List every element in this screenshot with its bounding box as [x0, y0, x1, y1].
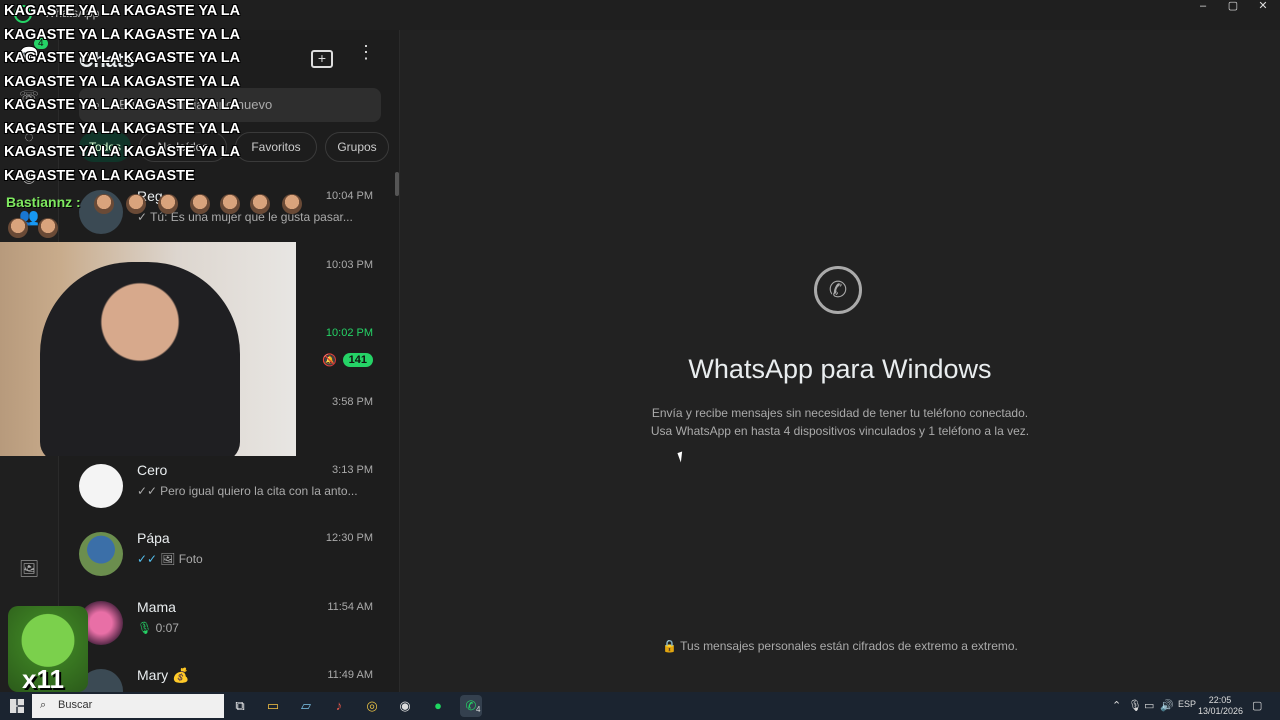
chat-preview-text: 0:07: [155, 621, 179, 635]
chat-name: Cero: [137, 462, 168, 478]
chat-time: 11:54 AM: [327, 601, 373, 613]
menu-icon[interactable]: ⋮: [357, 43, 375, 61]
goblin-emote: x11: [8, 606, 88, 694]
chat-item[interactable]: Pápa 12:30 PM ✓✓ 🖼 Foto: [59, 522, 401, 590]
photo-icon: 🖼: [160, 552, 179, 566]
welcome-description: Envía y recibe mensajes sin necesidad de…: [400, 404, 1280, 440]
encryption-text: Tus mensajes personales están cifrados d…: [680, 639, 1018, 653]
muted-bell-icon: 🔕: [322, 353, 337, 367]
chat-name: Mama: [137, 599, 176, 615]
spotify-icon[interactable]: ●: [427, 695, 449, 717]
overlay-line: KAGASTE YA LA KAGASTE YA LA: [4, 144, 241, 160]
chat-time: 12:30 PM: [325, 532, 373, 544]
mouse-cursor-icon: [677, 451, 686, 463]
encryption-notice: 🔒 Tus mensajes personales están cifrados…: [400, 639, 1280, 653]
filter-grupos[interactable]: Grupos: [325, 132, 389, 162]
taskbar-search[interactable]: ⌕ Buscar: [32, 694, 224, 718]
app-icon[interactable]: ♪: [328, 695, 350, 717]
chat-item[interactable]: Cero 3:13 PM ✓✓ Pero igual quiero la cita…: [59, 454, 401, 522]
chat-time: 3:13 PM: [332, 464, 373, 476]
new-chat-button[interactable]: +: [311, 50, 333, 68]
media-icon[interactable]: 🖼: [17, 558, 41, 582]
volume-icon[interactable]: 🔊: [1160, 699, 1174, 712]
emote-icon: [282, 194, 302, 214]
whatsapp-window: WhatsApp – ▢ ✕ 💬 4 ☏ ◌ ◉ 👥 🖼 Chats + ⋮ ⌕…: [0, 0, 1280, 694]
chat-item[interactable]: Reg 10:04 PM ✓ Tú: Es una mujer que le gu…: [59, 180, 401, 248]
emote-icon: [38, 218, 58, 238]
whatsapp-taskbar-badge: 4: [476, 705, 481, 714]
emote-icon: [126, 194, 146, 214]
chat-preview: ✓✓ 🖼 Foto: [137, 552, 367, 566]
chat-item[interactable]: Mary 💰 11:49 AM: [59, 659, 401, 692]
task-view-icon[interactable]: ⧉: [229, 695, 251, 717]
tray-chevron-icon[interactable]: ⌃: [1112, 699, 1121, 712]
search-icon: ⌕: [40, 699, 47, 711]
file-explorer-icon[interactable]: ▭: [262, 695, 284, 717]
chat-preview-text: Tú: Es una mujer que le gusta pasar...: [150, 210, 353, 224]
welcome-pane: ✆ WhatsApp para Windows Envía y recibe m…: [400, 30, 1280, 692]
minimize-button[interactable]: –: [1188, 0, 1218, 14]
welcome-title: WhatsApp para Windows: [688, 354, 992, 384]
chat-preview-text: Pero igual quiero la cita con la anto...: [160, 484, 358, 498]
lock-icon: 🔒: [662, 639, 681, 653]
taskbar-clock[interactable]: 22:05 13/01/2026: [1198, 695, 1244, 717]
language-indicator[interactable]: ESP: [1178, 699, 1196, 709]
windows-start-icon[interactable]: [10, 699, 24, 713]
chrome-icon[interactable]: ◎: [361, 695, 383, 717]
emote-icon: [94, 194, 114, 214]
taskbar-search-text: Buscar: [58, 699, 93, 711]
emote-icon: [250, 194, 270, 214]
chat-preview: 🎙 0:07: [137, 621, 367, 635]
chat-overlay-message: KAGASTE YA LA KAGASTE YA LA KAGASTE YA L…: [4, 0, 244, 188]
avatar: [79, 532, 123, 576]
overlay-line: KAGASTE YA LA KAGASTE YA LA: [4, 3, 241, 19]
chat-time: 11:49 AM: [327, 669, 373, 681]
chat-item[interactable]: Mama 11:54 AM 🎙 0:07: [59, 591, 401, 659]
notifications-icon[interactable]: ▢: [1252, 699, 1262, 712]
description-line: Usa WhatsApp en hasta 4 dispositivos vin…: [650, 424, 1030, 438]
chat-preview: ✓✓ Pero igual quiero la cita con la anto.…: [137, 484, 367, 498]
overlay-line: KAGASTE YA LA KAGASTE YA LA: [4, 50, 241, 66]
overlay-line: KAGASTE YA LA KAGASTE YA LA: [4, 26, 241, 43]
chat-name: Mary 💰: [137, 667, 190, 683]
notepad-icon[interactable]: ▱: [295, 695, 317, 717]
microphone-icon: 🎙: [137, 621, 156, 635]
chat-time: 3:58 PM: [332, 396, 373, 408]
close-button[interactable]: ✕: [1248, 0, 1278, 14]
emote-icon: [158, 194, 178, 214]
chat-preview-text: Foto: [178, 552, 203, 566]
overlay-line: KAGASTE YA LA KAGASTE YA LA: [4, 97, 241, 113]
chat-time: 10:04 PM: [325, 190, 373, 202]
clock-time: 22:05: [1208, 695, 1232, 705]
overlay-line: KAGASTE YA LA KAGASTE YA LA: [4, 120, 241, 137]
overlay-username: Bastiannz :: [6, 194, 81, 210]
network-icon[interactable]: ▭: [1144, 699, 1154, 712]
emote-icon: [8, 218, 28, 238]
chat-name: Pápa: [137, 530, 170, 546]
overlay-line: KAGASTE YA LA KAGASTE: [4, 167, 195, 184]
microphone-icon[interactable]: 🎙: [1128, 699, 1142, 712]
maximize-button[interactable]: ▢: [1218, 0, 1248, 14]
description-line: Envía y recibe mensajes sin necesidad de…: [651, 406, 1029, 420]
clock-date: 13/01/2026: [1198, 706, 1244, 716]
avatar: [79, 464, 123, 508]
overlay-line: KAGASTE YA LA KAGASTE YA LA: [4, 73, 241, 90]
streamer-image: [40, 262, 240, 456]
chat-time: 10:03 PM: [325, 259, 373, 271]
webcam-overlay: [0, 242, 296, 456]
windows-taskbar: ⌕ Buscar ⧉ ▭ ▱ ♪ ◎ ◉ ● ✆ 4 ⌃ 🎙 ▭ 🔊 ESP 2…: [0, 692, 1280, 720]
unread-badge: 141: [342, 353, 373, 367]
emote-icon: [190, 194, 210, 214]
filter-favoritos[interactable]: Favoritos: [235, 132, 317, 162]
emote-icon: [220, 194, 240, 214]
read-ticks-icon: ✓✓: [137, 484, 158, 498]
read-ticks-icon: ✓✓: [137, 552, 158, 566]
chat-time: 10:02 PM: [325, 327, 373, 339]
whatsapp-logo-icon: ✆: [814, 266, 862, 314]
goblin-label: x11: [22, 664, 64, 694]
obs-icon[interactable]: ◉: [394, 695, 416, 717]
